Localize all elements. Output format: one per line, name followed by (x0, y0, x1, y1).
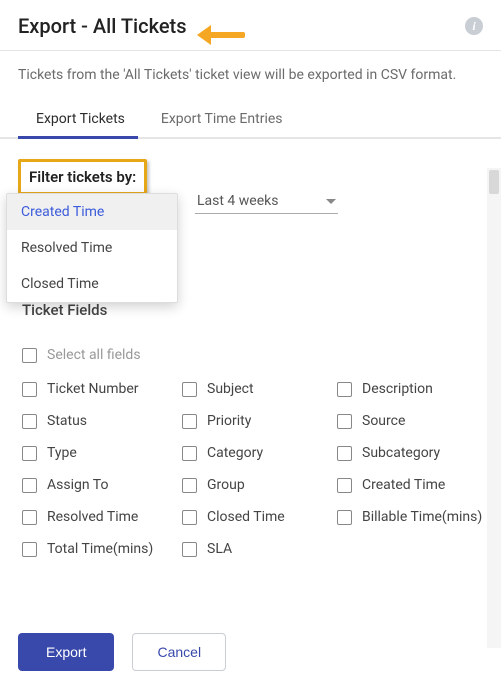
field-ticket-number[interactable]: Ticket Number (22, 381, 182, 397)
checkbox[interactable] (22, 542, 37, 557)
field-description[interactable]: Description (337, 381, 487, 397)
checkbox[interactable] (337, 510, 352, 525)
select-all-checkbox[interactable] (22, 348, 37, 363)
dropdown-item-resolved[interactable]: Resolved Time (7, 230, 177, 266)
field-type[interactable]: Type (22, 445, 182, 461)
field-subcategory[interactable]: Subcategory (337, 445, 487, 461)
field-group[interactable]: Group (182, 477, 337, 493)
checkbox[interactable] (182, 510, 197, 525)
checkbox[interactable] (182, 478, 197, 493)
select-all-row[interactable]: Select all fields (18, 341, 483, 369)
export-button[interactable]: Export (18, 633, 114, 671)
field-billable-time[interactable]: Billable Time(mins) (337, 509, 487, 525)
checkbox[interactable] (182, 446, 197, 461)
checkbox[interactable] (337, 446, 352, 461)
scrollbar-thumb[interactable] (489, 170, 499, 194)
checkbox[interactable] (182, 414, 197, 429)
checkbox[interactable] (337, 382, 352, 397)
dropdown-item-created[interactable]: Created Time (7, 194, 177, 230)
select-all-label: Select all fields (47, 347, 141, 363)
field-resolved-time[interactable]: Resolved Time (22, 509, 182, 525)
checkbox[interactable] (22, 478, 37, 493)
field-created-time[interactable]: Created Time (337, 477, 487, 493)
field-category[interactable]: Category (182, 445, 337, 461)
field-subject[interactable]: Subject (182, 381, 337, 397)
tab-export-time[interactable]: Export Time Entries (143, 99, 301, 137)
checkbox[interactable] (22, 510, 37, 525)
range-value: Last 4 weeks (197, 193, 278, 209)
field-source[interactable]: Source (337, 413, 487, 429)
field-total-time[interactable]: Total Time(mins) (22, 541, 182, 557)
ticket-fields-title: Ticket Fields (18, 301, 483, 319)
fields-grid: Ticket Number Subject Description Status… (18, 377, 483, 557)
dropdown-item-closed[interactable]: Closed Time (7, 266, 177, 302)
checkbox[interactable] (22, 414, 37, 429)
tabs: Export Tickets Export Time Entries (0, 99, 501, 139)
checkbox[interactable] (337, 478, 352, 493)
range-select[interactable]: Last 4 weeks (195, 187, 338, 214)
cancel-button[interactable]: Cancel (132, 633, 226, 671)
field-status[interactable]: Status (22, 413, 182, 429)
checkbox[interactable] (182, 382, 197, 397)
info-icon[interactable]: i (465, 17, 483, 35)
subtitle: Tickets from the 'All Tickets' ticket vi… (0, 51, 501, 99)
chevron-down-icon (326, 199, 336, 204)
checkbox[interactable] (22, 382, 37, 397)
filter-dropdown: Created Time Resolved Time Closed Time (6, 193, 178, 303)
field-priority[interactable]: Priority (182, 413, 337, 429)
field-sla[interactable]: SLA (182, 541, 337, 557)
scrollbar-track[interactable] (487, 168, 501, 648)
field-assign-to[interactable]: Assign To (22, 477, 182, 493)
filter-label: Filter tickets by: (18, 159, 147, 195)
page-title: Export - All Tickets (18, 14, 187, 38)
checkbox[interactable] (22, 446, 37, 461)
tab-export-tickets[interactable]: Export Tickets (18, 99, 143, 137)
checkbox[interactable] (182, 542, 197, 557)
checkbox[interactable] (337, 414, 352, 429)
field-closed-time[interactable]: Closed Time (182, 509, 337, 525)
